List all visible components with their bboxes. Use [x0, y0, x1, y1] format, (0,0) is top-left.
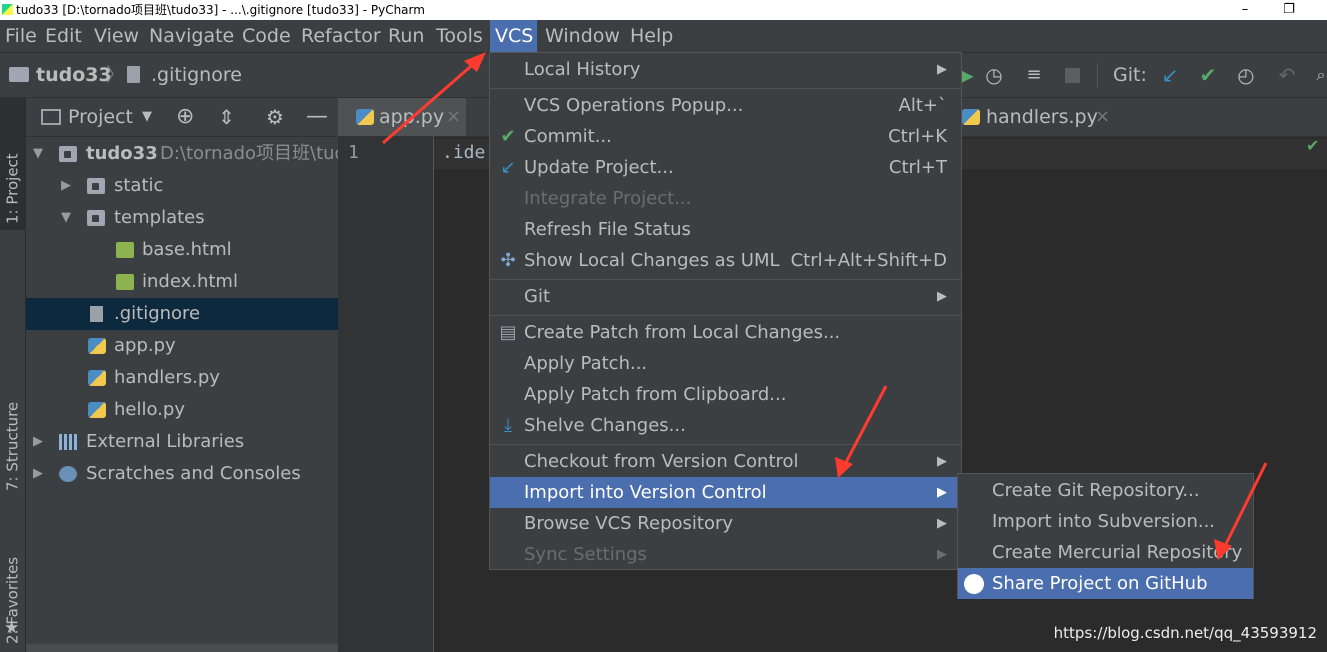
watermark: https://blog.csdn.net/qq_43593912 — [1053, 624, 1317, 642]
annotation-arrow-vcs — [382, 52, 486, 145]
annotation-arrow-github — [1214, 462, 1268, 560]
annotation-arrow-import — [835, 385, 888, 478]
annotation-arrows — [382, 52, 1268, 560]
